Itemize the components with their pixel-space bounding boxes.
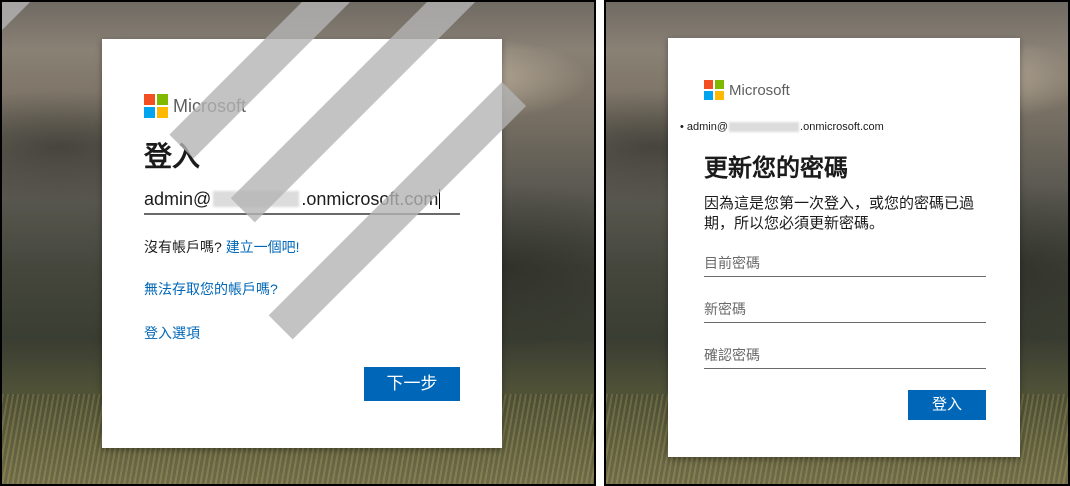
email-field[interactable]: admin@ .onmicrosoft.com [144, 185, 460, 215]
signin-button[interactable]: 登入 [908, 390, 986, 420]
new-password-field[interactable]: 新密碼 [704, 296, 986, 323]
brand-name: Microsoft [173, 95, 247, 116]
account-prefix: • admin@ [680, 121, 729, 133]
update-password-description: 因為這是您第一次登入，或您的密碼已過期，所以您必須更新密碼。 [704, 195, 975, 232]
email-suffix: .onmicrosoft.com [301, 188, 439, 209]
current-password-field[interactable]: 目前密碼 [704, 250, 986, 277]
no-account-row: 沒有帳戶嗎? 建立一個吧! [144, 237, 300, 257]
cant-access-row: 無法存取您的帳戶嗎? [144, 279, 278, 299]
microsoft-logo: Microsoft [704, 80, 790, 100]
email-prefix: admin@ [144, 188, 212, 209]
confirm-password-field[interactable]: 確認密碼 [704, 342, 986, 369]
signin-card: Microsoft 登入 admin@ .onmicrosoft.com 沒有帳… [102, 39, 502, 448]
cant-access-account-link[interactable]: 無法存取您的帳戶嗎? [144, 281, 278, 297]
create-account-link[interactable]: 建立一個吧! [226, 239, 300, 255]
page-title: 更新您的密碼 [704, 155, 848, 182]
right-screenshot-panel: Microsoft • admin@ .onmicrosoft.com 更新您的… [604, 0, 1070, 486]
next-button[interactable]: 下一步 [364, 367, 460, 401]
update-password-card: Microsoft • admin@ .onmicrosoft.com 更新您的… [668, 38, 1020, 457]
signin-options-link[interactable]: 登入選項 [144, 325, 200, 341]
text-caret [439, 189, 441, 209]
no-account-text: 沒有帳戶嗎? [144, 239, 222, 255]
redacted-domain [213, 191, 300, 207]
account-suffix: .onmicrosoft.com [800, 121, 884, 133]
account-identifier: • admin@ .onmicrosoft.com [680, 121, 884, 133]
microsoft-grid-icon [144, 94, 168, 118]
page-title: 登入 [144, 141, 201, 172]
left-screenshot-panel: Microsoft 登入 admin@ .onmicrosoft.com 沒有帳… [0, 0, 596, 486]
microsoft-logo: Microsoft [144, 94, 246, 118]
signin-options-row: 登入選項 [144, 323, 200, 343]
redacted-domain [729, 122, 800, 132]
brand-name: Microsoft [729, 81, 790, 99]
microsoft-grid-icon [704, 80, 724, 100]
